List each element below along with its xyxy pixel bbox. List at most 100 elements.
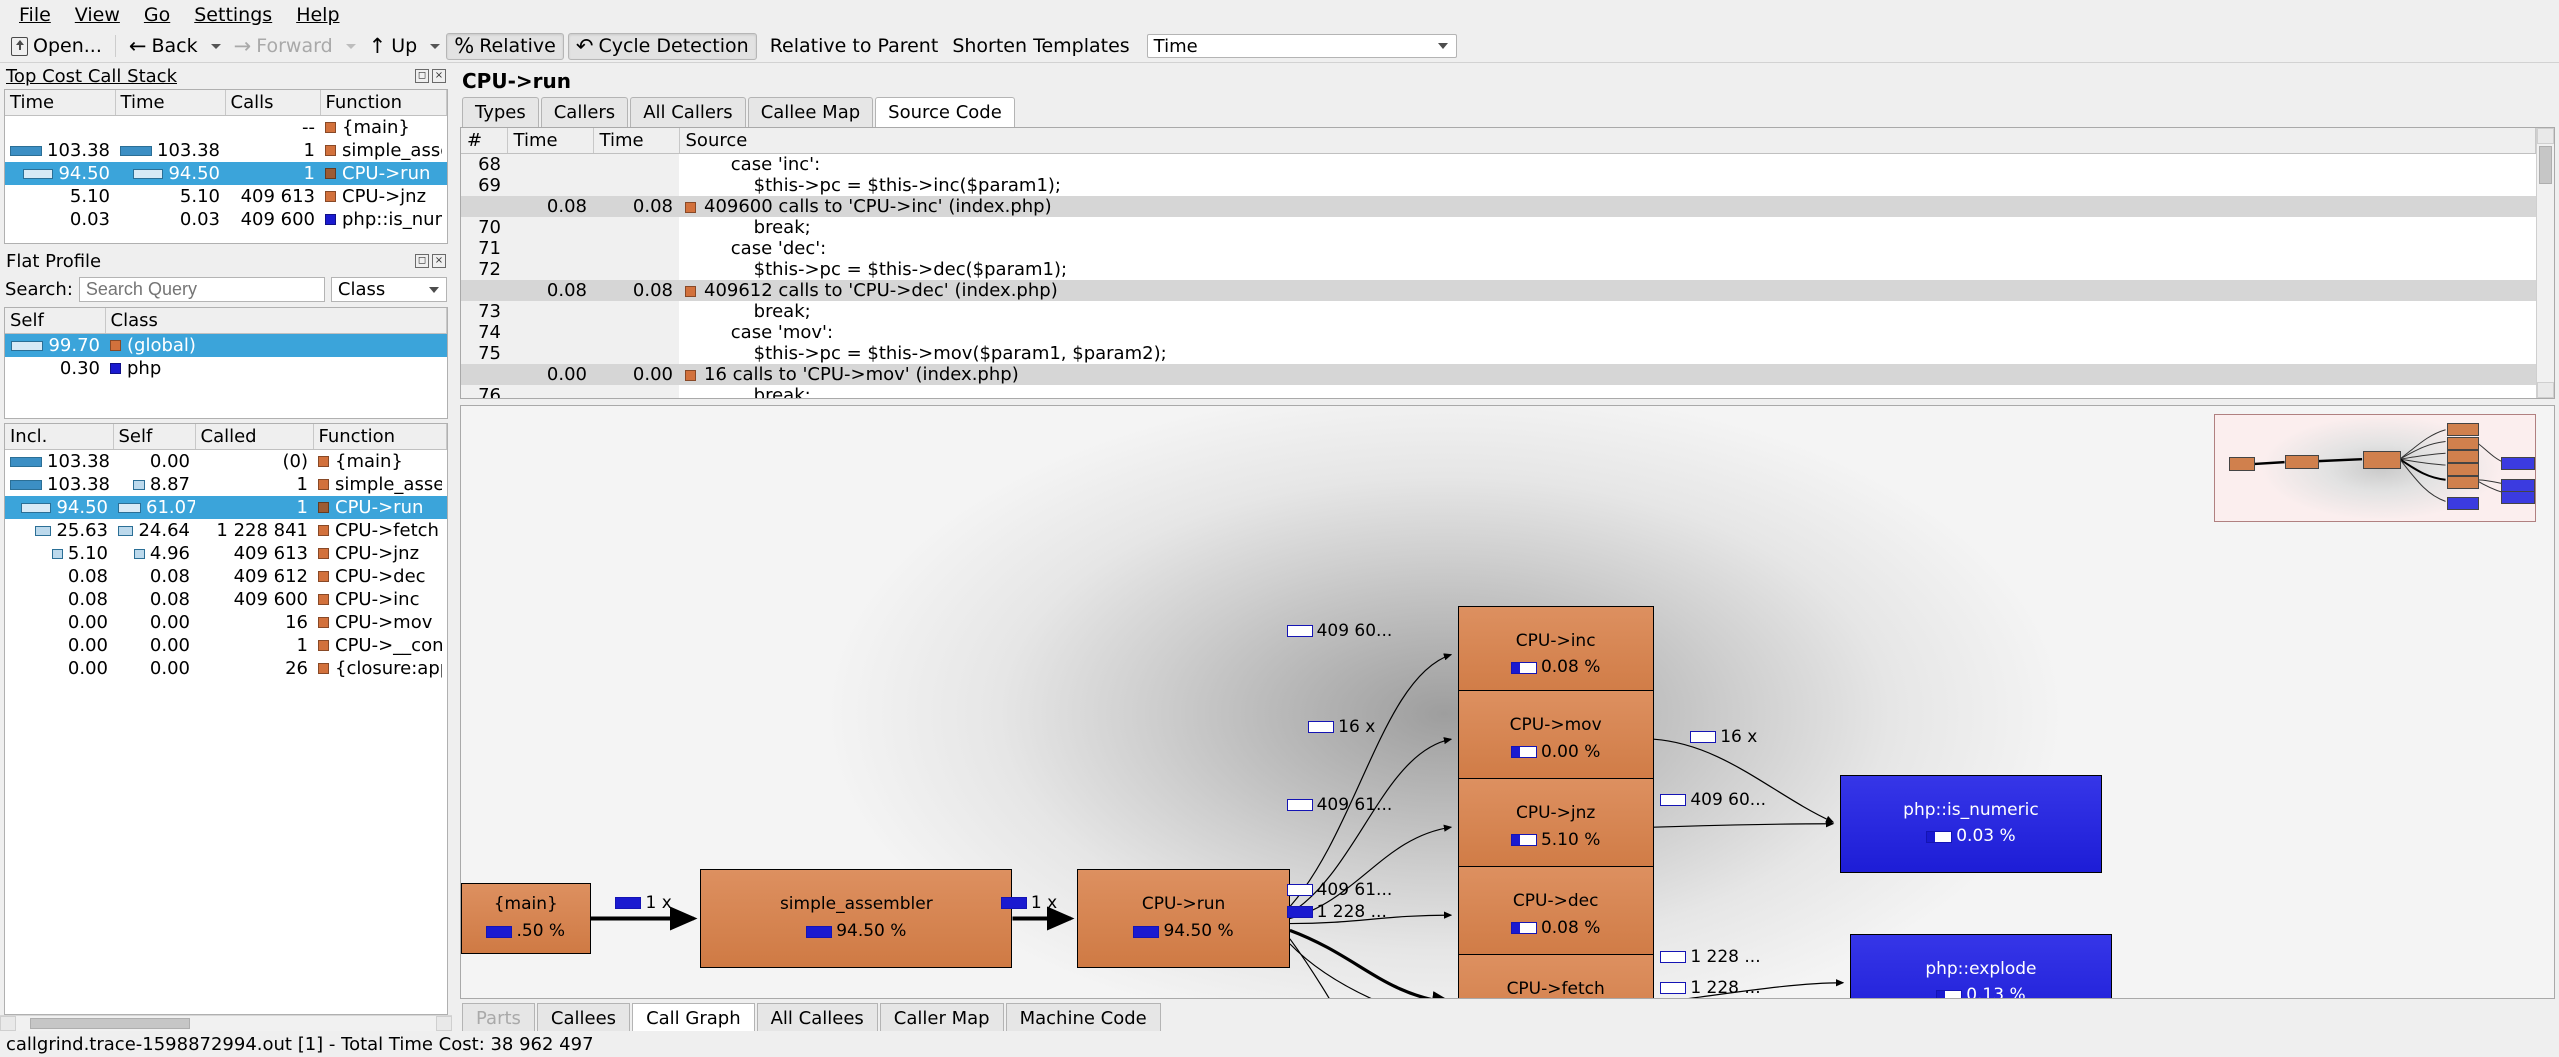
shorten-templates-toggle[interactable]: Shorten Templates	[945, 33, 1136, 60]
up-button[interactable]: ↑ Up	[362, 33, 425, 60]
graph-node-inc[interactable]: CPU->inc 0.08 %	[1457, 605, 1654, 704]
fl-col-self[interactable]: Self	[113, 424, 196, 450]
source-call-row[interactable]: 0.08 0.08 409612 calls to 'CPU->dec' (inde…	[461, 280, 2536, 301]
menu-view[interactable]: View	[64, 3, 131, 28]
class-select[interactable]: Class	[330, 277, 447, 302]
source-scroll-thumb[interactable]	[2539, 146, 2552, 184]
source-line-row[interactable]: 73 break;	[461, 301, 2536, 322]
undock-icon[interactable]: ◻	[415, 69, 429, 83]
btab-call-graph[interactable]: Call Graph	[632, 1003, 755, 1034]
source-line-row[interactable]: 75 $this->pc = $this->mov($param1, $para…	[461, 343, 2536, 364]
function-list-hscrollbar[interactable]	[0, 1015, 452, 1031]
scroll-down-icon[interactable]	[2537, 382, 2554, 398]
cell-function: CPU->run	[313, 496, 447, 519]
top-cost-col-time2[interactable]: Time	[115, 90, 226, 116]
edge-label-text: 1 x	[645, 893, 672, 914]
table-row[interactable]: 5.10 4.96 409 613 CPU->jnz	[5, 542, 447, 565]
menu-go[interactable]: Go	[133, 3, 181, 28]
graph-node-run[interactable]: CPU->run 94.50 %	[1077, 869, 1290, 968]
list-item[interactable]: 99.70 (global)	[5, 333, 447, 357]
close-icon-2[interactable]: ×	[432, 254, 446, 268]
scroll-right-icon[interactable]	[436, 1016, 452, 1031]
source-line-row[interactable]: 74 case 'mov':	[461, 322, 2536, 343]
btab-machine-code[interactable]: Machine Code	[1005, 1003, 1161, 1034]
table-row[interactable]: 0.03 0.03 409 600php::is_numeric	[5, 208, 447, 231]
open-button[interactable]: Open...	[4, 33, 109, 60]
tab-callers[interactable]: Callers	[540, 97, 629, 127]
table-row[interactable]: 25.63 24.64 1 228 841 CPU->fetch	[5, 519, 447, 542]
tab-source-code[interactable]: Source Code	[875, 97, 1015, 128]
source-call-row[interactable]: 0.00 0.00 16 calls to 'CPU->mov' (index.ph…	[461, 364, 2536, 385]
btab-callees[interactable]: Callees	[536, 1003, 631, 1034]
source-line-row[interactable]: 76 break;	[461, 385, 2536, 398]
src-col-source[interactable]: Source	[679, 128, 2536, 154]
search-input[interactable]	[78, 277, 325, 302]
graph-node-jnz[interactable]: CPU->jnz 5.10 %	[1457, 778, 1654, 877]
source-line-row[interactable]: 68 case 'inc':	[461, 153, 2536, 175]
back-dropdown-icon[interactable]	[210, 43, 221, 49]
tab-all-callers[interactable]: All Callers	[630, 97, 746, 127]
undock-icon-2[interactable]: ◻	[415, 254, 429, 268]
cell-time1	[5, 116, 115, 140]
source-line-row[interactable]: 69 $this->pc = $this->inc($param1);	[461, 175, 2536, 196]
graph-node-asm[interactable]: simple_assembler 94.50 %	[700, 869, 1013, 968]
btab-all-callees[interactable]: All Callees	[756, 1003, 878, 1034]
source-line-row[interactable]: 71 case 'dec':	[461, 238, 2536, 259]
table-row[interactable]: 103.38 0.00 (0) {main}	[5, 450, 447, 474]
graph-node-mov[interactable]: CPU->mov 0.00 %	[1457, 690, 1654, 789]
graph-node-dec[interactable]: CPU->dec 0.08 %	[1457, 866, 1654, 965]
table-row[interactable]: 103.388.87 1simple_assembler	[5, 473, 447, 496]
up-dropdown-icon[interactable]	[430, 43, 441, 49]
application-window: File View Go Settings Help Open... ← Bac…	[0, 0, 2559, 1057]
source-line-row[interactable]: 72 $this->pc = $this->dec($param1);	[461, 259, 2536, 280]
table-row[interactable]: 94.50 94.50 1 CPU->run	[5, 162, 447, 185]
top-cost-col-calls[interactable]: Calls	[225, 90, 321, 116]
relative-to-parent-toggle[interactable]: Relative to Parent	[763, 33, 946, 60]
scroll-up-icon[interactable]	[2537, 128, 2554, 144]
back-button[interactable]: ← Back	[122, 33, 205, 60]
menu-file[interactable]: File	[8, 3, 62, 28]
top-cost-col-function[interactable]: Function	[320, 90, 447, 116]
graph-node-main[interactable]: {main} .50 %	[461, 882, 591, 954]
src-col-time2[interactable]: Time	[593, 128, 680, 154]
cost-bar	[132, 480, 145, 490]
table-row[interactable]: 0.00 0.00 1CPU->__construct	[5, 634, 447, 657]
table-row[interactable]: 0.08 0.08 409 600 CPU->inc	[5, 588, 447, 611]
table-row[interactable]: 0.00 0.00 16 CPU->mov	[5, 611, 447, 634]
table-row[interactable]: 0.00 0.00 26{closure:app/src/ind...	[5, 657, 447, 680]
tab-callee-map[interactable]: Callee Map	[747, 97, 874, 127]
btab-caller-map[interactable]: Caller Map	[879, 1003, 1004, 1034]
cell-line-number	[461, 280, 507, 301]
cycle-detection-toggle[interactable]: ↶ Cycle Detection	[567, 32, 757, 60]
source-vscrollbar[interactable]	[2536, 128, 2554, 398]
event-type-select[interactable]: Time	[1146, 34, 1457, 58]
src-col-time1[interactable]: Time	[507, 128, 594, 154]
table-row[interactable]: 94.50 61.07 1 CPU->run	[5, 496, 447, 519]
flat-col-class[interactable]: Class	[105, 308, 447, 334]
fl-col-function[interactable]: Function	[313, 424, 447, 450]
list-item[interactable]: 0.30 php	[5, 357, 447, 380]
flat-col-self[interactable]: Self	[5, 308, 106, 334]
call-graph-view[interactable]: {main} .50 % simple_assembler 94.50 % CPU->r…	[460, 405, 2555, 999]
source-line-row[interactable]: 70 break;	[461, 217, 2536, 238]
graph-node-fetch[interactable]: CPU->fetch25.63 %	[1457, 954, 1654, 998]
scroll-left-icon[interactable]	[0, 1016, 16, 1031]
menu-help[interactable]: Help	[285, 3, 350, 28]
fl-col-called[interactable]: Called	[195, 424, 314, 450]
relative-toggle[interactable]: % Relative	[446, 32, 564, 60]
tab-types[interactable]: Types	[462, 97, 539, 127]
graph-node-explode[interactable]: php::explode 0.13 %	[1849, 933, 2113, 998]
source-call-row[interactable]: 0.08 0.08 409600 calls to 'CPU->inc' (inde…	[461, 196, 2536, 217]
table-row[interactable]: 0.08 0.08 409 612 CPU->dec	[5, 565, 447, 588]
call-graph-minimap[interactable]	[2214, 414, 2536, 522]
table-row[interactable]: -- {main}	[5, 116, 447, 140]
top-cost-col-time1[interactable]: Time	[5, 90, 116, 116]
hscroll-thumb[interactable]	[30, 1018, 190, 1029]
table-row[interactable]: 5.10 5.10 409 613 CPU->jnz	[5, 185, 447, 208]
src-col-hash[interactable]: #	[461, 128, 508, 154]
fl-col-incl[interactable]: Incl.	[5, 424, 114, 450]
menu-settings[interactable]: Settings	[183, 3, 283, 28]
table-row[interactable]: 103.38103.38 1simple_assembler	[5, 139, 447, 162]
graph-node-isnum[interactable]: php::is_numeric 0.03 %	[1839, 774, 2103, 873]
close-icon[interactable]: ×	[432, 69, 446, 83]
